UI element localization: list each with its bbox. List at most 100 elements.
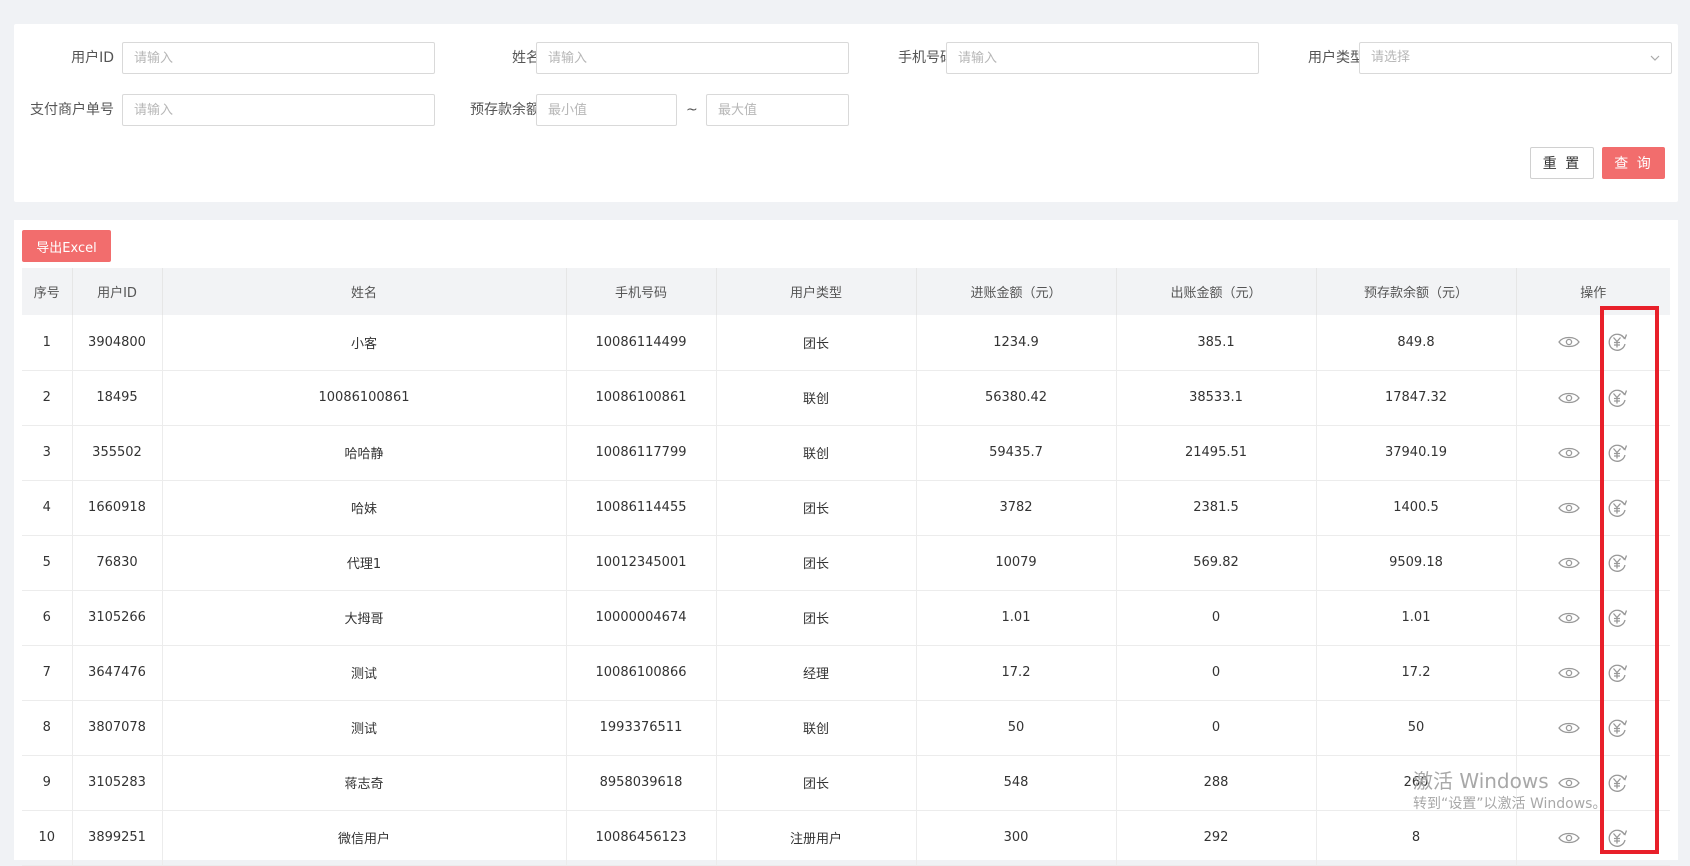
- yuan-refund-icon[interactable]: [1606, 662, 1628, 684]
- balance-min-input[interactable]: [536, 94, 677, 126]
- cell-name: 微信用户: [162, 810, 567, 866]
- eye-icon[interactable]: [1558, 611, 1581, 625]
- phone-input[interactable]: [946, 42, 1259, 74]
- cell-user-id: 3807078: [72, 700, 163, 756]
- header-expense: 出账金额（元）: [1116, 268, 1317, 315]
- data-table: 序号 用户ID 姓名 手机号码 用户类型 进账金额（元） 出账金额（元） 预存款…: [22, 268, 1670, 866]
- cell-name: 代理1: [162, 535, 567, 591]
- user-type-select[interactable]: 请选择: [1359, 42, 1672, 74]
- cell-expense: 38533.1: [1116, 370, 1317, 426]
- cell-user-id: 3105266: [72, 590, 163, 646]
- cell-user-id: 3105283: [72, 755, 163, 811]
- eye-icon[interactable]: [1558, 391, 1581, 405]
- yuan-refund-icon[interactable]: [1606, 442, 1628, 464]
- yuan-refund-icon[interactable]: [1606, 552, 1628, 574]
- eye-icon[interactable]: [1558, 446, 1581, 460]
- cell-phone: 1993376511: [566, 700, 717, 756]
- query-button[interactable]: 查 询: [1602, 147, 1665, 179]
- cell-actions: [1516, 370, 1670, 426]
- cell-phone: 10012345001: [566, 535, 717, 591]
- cell-income: 56380.42: [916, 370, 1117, 426]
- cell-user-id: 76830: [72, 535, 163, 591]
- cell-index: 6: [22, 590, 73, 646]
- cell-index: 4: [22, 480, 73, 536]
- cell-user-type: 团长: [716, 590, 917, 646]
- cell-name: 测试: [162, 700, 567, 756]
- header-user-id: 用户ID: [72, 268, 163, 315]
- cell-actions: [1516, 810, 1670, 866]
- header-index: 序号: [22, 268, 73, 315]
- cell-user-type: 经理: [716, 645, 917, 701]
- cell-balance: 37940.19: [1316, 425, 1517, 481]
- yuan-refund-icon[interactable]: [1606, 497, 1628, 519]
- cell-user-type: 联创: [716, 700, 917, 756]
- yuan-refund-icon[interactable]: [1606, 717, 1628, 739]
- cell-income: 1.01: [916, 590, 1117, 646]
- cell-expense: 288: [1116, 755, 1317, 811]
- phone-label: 手机号码: [898, 50, 954, 66]
- cell-actions: [1516, 590, 1670, 646]
- cell-user-type: 团长: [716, 315, 917, 371]
- eye-icon[interactable]: [1558, 776, 1581, 790]
- cell-balance: 260: [1316, 755, 1517, 811]
- header-user-type: 用户类型: [716, 268, 917, 315]
- cell-actions: [1516, 755, 1670, 811]
- cell-user-id: 3904800: [72, 315, 163, 371]
- cell-income: 548: [916, 755, 1117, 811]
- eye-icon[interactable]: [1558, 335, 1581, 349]
- eye-icon[interactable]: [1558, 556, 1581, 570]
- table-row: 2 18495 10086100861 10086100861 联创 56380.42 38…: [22, 370, 1670, 426]
- cell-balance: 17.2: [1316, 645, 1517, 701]
- user-id-input[interactable]: [122, 42, 435, 74]
- table-row: 6 3105266 大拇哥 10000004674 团长 1.01 0 1.01: [22, 590, 1670, 646]
- table-panel: 导出Excel 序号 用户ID 姓名 手机号码 用户类型 进账金额（元） 出账金…: [14, 220, 1678, 866]
- table-row: 5 76830 代理1 10012345001 团长 10079 569.82 9509.18: [22, 535, 1670, 591]
- cell-income: 59435.7: [916, 425, 1117, 481]
- table-row: 8 3807078 测试 1993376511 联创 50 0 50: [22, 700, 1670, 756]
- cell-actions: [1516, 700, 1670, 756]
- table-header-row: 序号 用户ID 姓名 手机号码 用户类型 进账金额（元） 出账金额（元） 预存款…: [22, 268, 1670, 315]
- cell-expense: 2381.5: [1116, 480, 1317, 536]
- header-actions: 操作: [1516, 268, 1670, 315]
- user-type-label: 用户类型: [1308, 50, 1364, 66]
- cell-expense: 385.1: [1116, 315, 1317, 371]
- eye-icon[interactable]: [1558, 666, 1581, 680]
- user-type-placeholder: 请选择: [1371, 50, 1411, 65]
- yuan-refund-icon[interactable]: [1606, 607, 1628, 629]
- balance-label: 预存款余额: [470, 102, 540, 118]
- cell-user-type: 团长: [716, 480, 917, 536]
- header-phone: 手机号码: [566, 268, 717, 315]
- cell-phone: 10086456123: [566, 810, 717, 866]
- chevron-down-icon: [1650, 55, 1660, 61]
- cell-index: 7: [22, 645, 73, 701]
- reset-button[interactable]: 重 置: [1530, 147, 1594, 179]
- eye-icon[interactable]: [1558, 501, 1581, 515]
- name-input[interactable]: [536, 42, 849, 74]
- cell-name: 大拇哥: [162, 590, 567, 646]
- cell-name: 蒋志奇: [162, 755, 567, 811]
- cell-expense: 0: [1116, 590, 1317, 646]
- yuan-refund-icon[interactable]: [1606, 387, 1628, 409]
- eye-icon[interactable]: [1558, 831, 1581, 845]
- name-label: 姓名: [512, 50, 540, 66]
- cell-phone: 10086114455: [566, 480, 717, 536]
- cell-income: 1234.9: [916, 315, 1117, 371]
- user-id-label: 用户ID: [71, 50, 114, 66]
- cell-actions: [1516, 315, 1670, 371]
- cell-actions: [1516, 535, 1670, 591]
- cell-balance: 9509.18: [1316, 535, 1517, 591]
- cell-user-type: 注册用户: [716, 810, 917, 866]
- export-excel-button[interactable]: 导出Excel: [22, 230, 111, 262]
- pay-order-input[interactable]: [122, 94, 435, 126]
- cell-index: 9: [22, 755, 73, 811]
- cell-index: 2: [22, 370, 73, 426]
- eye-icon[interactable]: [1558, 721, 1581, 735]
- filter-panel: 用户ID 姓名 手机号码 用户类型 请选择 支付商户单号 预存款余额 ~ 重 置…: [14, 24, 1678, 202]
- balance-max-input[interactable]: [706, 94, 849, 126]
- cell-balance: 50: [1316, 700, 1517, 756]
- yuan-refund-icon[interactable]: [1606, 827, 1628, 849]
- cell-phone: 10086100866: [566, 645, 717, 701]
- yuan-refund-icon[interactable]: [1606, 331, 1628, 353]
- yuan-refund-icon[interactable]: [1606, 772, 1628, 794]
- pay-order-label: 支付商户单号: [30, 102, 114, 118]
